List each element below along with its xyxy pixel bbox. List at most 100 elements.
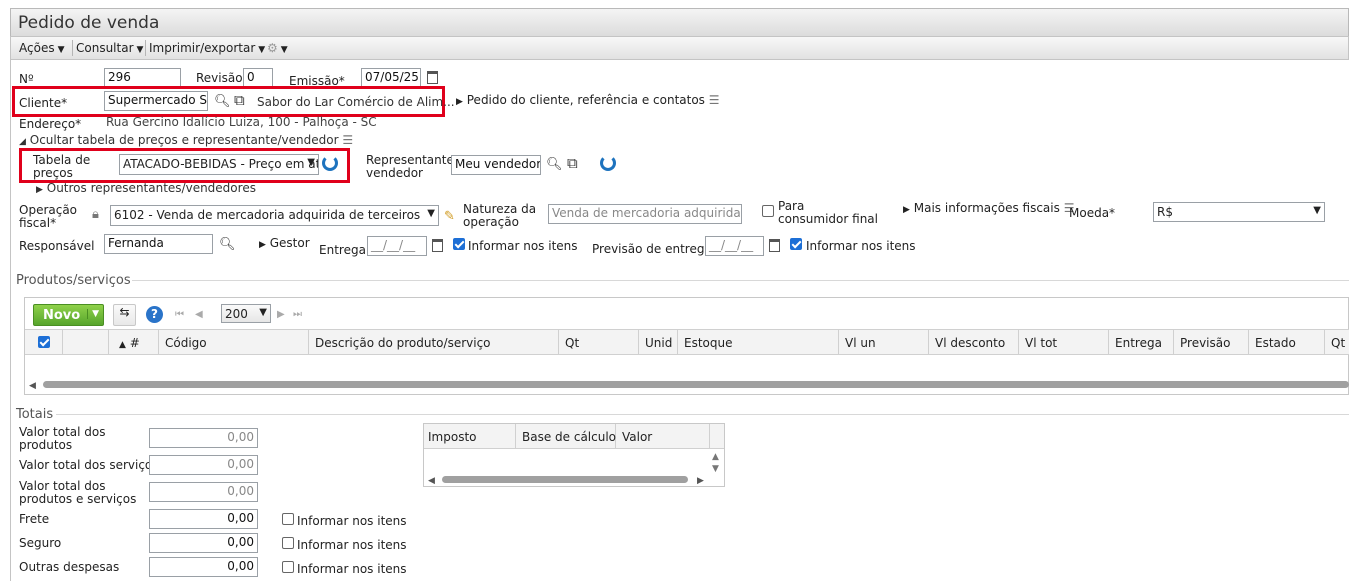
natureza-input[interactable]: Venda de mercadoria adquirida de t [548, 204, 742, 224]
scroll-right-icon[interactable]: ▶ [697, 474, 704, 488]
cliente-nome: Sabor do Lar Comércio de Alim... [257, 95, 455, 109]
external-link-icon[interactable]: ⧉ [567, 156, 578, 171]
calendar-icon[interactable] [769, 239, 780, 252]
calendar-icon[interactable] [432, 239, 443, 252]
entrega-input[interactable]: __/__/__ [367, 236, 427, 256]
totais-section-title: Totais [16, 407, 54, 422]
cliente-input[interactable]: Supermercado Sab [104, 91, 208, 111]
scroll-left-icon[interactable]: ◀ [29, 379, 36, 393]
search-icon[interactable]: 🔍︎ [219, 238, 236, 252]
impostos-col-base[interactable]: Base de cálculo [516, 424, 616, 449]
endereco-value: Rua Gercino Idalício Luiza, 100 - Palhoç… [106, 115, 377, 129]
outras-despesas-input[interactable]: 0,00 [149, 557, 258, 577]
grid-col-vl-tot[interactable]: Vl tot [1019, 330, 1109, 355]
acoes-menu[interactable]: Ações ▼ [19, 41, 65, 55]
impostos-scrollbar[interactable] [442, 476, 688, 483]
seguro-input[interactable]: 0,00 [149, 533, 258, 553]
previsao-informar-checkbox[interactable] [790, 238, 802, 250]
edit-pencil-icon[interactable]: ✎ [444, 210, 455, 224]
representante-input[interactable]: Meu vendedor [451, 155, 541, 175]
seguro-informar-label: Informar nos itens [297, 538, 407, 552]
endereco-label: Endereço* [19, 117, 82, 131]
grid-col-vl-un[interactable]: Vl un [839, 330, 929, 355]
emissao-input[interactable]: 07/05/25 [361, 68, 421, 87]
seguro-label: Seguro [19, 536, 62, 550]
refresh-icon[interactable] [600, 155, 616, 171]
search-icon[interactable]: 🔍︎ [214, 95, 231, 109]
mais-info-link[interactable]: ▶ Mais informações fiscais ☰ [903, 202, 1074, 217]
next-page-icon[interactable]: ▶ [277, 308, 285, 322]
seguro-informar-checkbox[interactable] [282, 537, 294, 549]
frete-informar-checkbox[interactable] [282, 513, 294, 525]
previsao-label: Previsão de entrega [592, 242, 712, 256]
impostos-header: Imposto Base de cálculo Valor [424, 424, 724, 449]
moeda-label: Moeda* [1069, 206, 1116, 220]
outros-representantes-link[interactable]: ▶ Outros representantes/vendedores [36, 182, 256, 197]
scroll-down-icon[interactable]: ▼ [712, 462, 719, 476]
grid-col-qt[interactable]: Qt [559, 330, 639, 355]
impostos-col-valor[interactable]: Valor [616, 424, 710, 449]
natureza-label: Natureza da operação [463, 202, 537, 229]
previsao-input[interactable]: __/__/__ [705, 236, 764, 256]
frete-input[interactable]: 0,00 [149, 509, 258, 529]
grid-col-qt2[interactable]: Qt [1325, 330, 1349, 355]
numero-input[interactable]: 296 [104, 68, 181, 87]
entrega-informar-label: Informar nos itens [468, 239, 578, 253]
consumidor-final-checkbox[interactable] [762, 205, 774, 217]
scroll-left-icon[interactable]: ◀ [428, 474, 435, 488]
tabela-label: Tabela de preços [33, 153, 91, 180]
outras-informar-checkbox[interactable] [282, 561, 294, 573]
representante-label: Representante/ vendedor [366, 153, 458, 180]
refresh-icon[interactable] [322, 155, 338, 171]
novo-button[interactable]: Novo ▼ [33, 304, 104, 326]
produtos-section-title: Produtos/serviços [16, 273, 131, 288]
search-icon[interactable]: 🔍︎ [546, 158, 563, 172]
external-link-icon[interactable]: ⧉ [234, 93, 245, 108]
gestor-link[interactable]: ▶ Gestor [259, 237, 310, 252]
settings-gear-icon[interactable]: ⚙ ▼ [267, 41, 288, 55]
grid-col-index[interactable]: ▲ # [109, 330, 159, 355]
impostos-col-imposto[interactable]: Imposto [424, 424, 516, 449]
select-all-checkbox[interactable] [38, 336, 50, 348]
moeda-select[interactable]: R$ ▼ [1153, 202, 1325, 222]
grid-col-previsao[interactable]: Previsão [1174, 330, 1249, 355]
total-servicos-input[interactable]: 0,00 [149, 455, 258, 475]
outras-informar-label: Informar nos itens [297, 562, 407, 576]
revisao-input[interactable]: 0 [243, 68, 273, 87]
total-geral-input[interactable]: 0,00 [149, 482, 258, 502]
consumidor-final-label: Para consumidor final [778, 199, 878, 226]
section-divider [132, 280, 1349, 281]
pedido-cliente-link[interactable]: ▶ Pedido do cliente, referência e contat… [456, 94, 720, 109]
previsao-informar-label: Informar nos itens [806, 239, 916, 253]
operacao-select[interactable]: 6102 - Venda de mercadoria adquirida de … [110, 205, 439, 226]
window-title: Pedido de venda [18, 13, 160, 33]
action-toolbar: Ações ▼ Consultar ▼ Imprimir/exportar ▼ ⚙ ▼ [10, 36, 1349, 60]
consultar-menu[interactable]: Consultar ▼ [76, 41, 143, 55]
grid-col-estoque[interactable]: Estoque [678, 330, 839, 355]
help-icon[interactable]: ? [146, 306, 163, 323]
tabela-select[interactable]: ATACADO-BEBIDAS - Preço em at ▼ [119, 154, 319, 175]
total-produtos-input[interactable]: 0,00 [149, 428, 258, 448]
responsavel-input[interactable]: Fernanda [104, 234, 213, 254]
grid-col-entrega[interactable]: Entrega [1109, 330, 1174, 355]
grid-col-codigo[interactable]: Código [159, 330, 309, 355]
page-size-select[interactable]: 200 ▼ [221, 304, 271, 323]
imprimir-exportar-menu[interactable]: Imprimir/exportar ▼ [149, 41, 265, 55]
cliente-label: Cliente* [19, 96, 68, 110]
last-page-icon[interactable]: ⏭ [293, 308, 302, 322]
total-geral-label: Valor total dos produtos e serviços [19, 479, 137, 506]
ocultar-tabela-link[interactable]: ◢ Ocultar tabela de preços e representan… [19, 134, 353, 149]
total-servicos-label: Valor total dos serviços [19, 458, 159, 472]
reorder-button[interactable]: ⇆ [113, 304, 136, 326]
grid-col-estado[interactable]: Estado [1249, 330, 1325, 355]
grid-col-unid[interactable]: Unid [639, 330, 678, 355]
frete-informar-label: Informar nos itens [297, 514, 407, 528]
prev-page-icon[interactable]: ◀ [195, 308, 203, 322]
entrega-informar-checkbox[interactable] [453, 238, 465, 250]
grid-scrollbar[interactable] [43, 381, 1349, 388]
grid-col-descricao[interactable]: Descrição do produto/serviço [309, 330, 559, 355]
grid-col-vl-desconto[interactable]: Vl desconto [929, 330, 1019, 355]
first-page-icon[interactable]: ⏮ [175, 308, 184, 322]
calendar-icon[interactable] [427, 71, 438, 84]
numero-label: Nº [19, 72, 34, 86]
